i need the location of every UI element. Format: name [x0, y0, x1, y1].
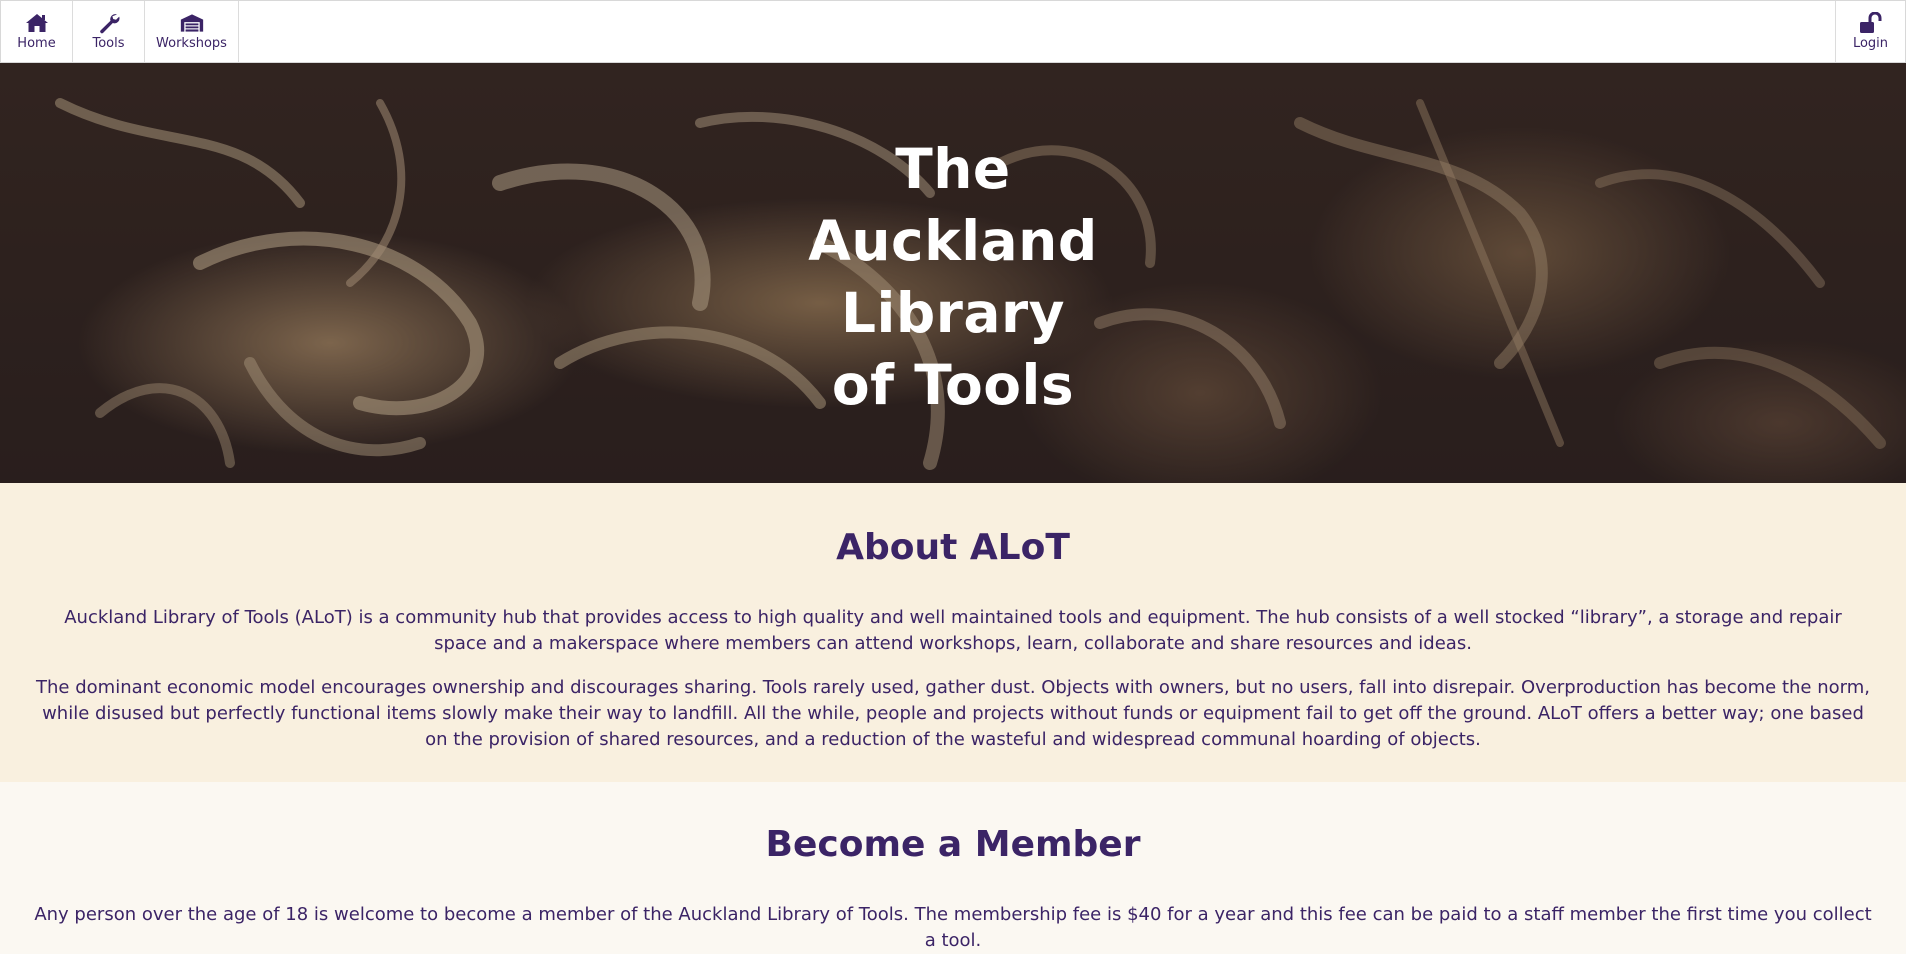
hero-title: The Auckland Library of Tools [0, 133, 1906, 421]
nav-login-label: Login [1852, 36, 1889, 51]
unlock-icon [1859, 12, 1883, 34]
membership-section: Become a Member Any person over the age … [0, 782, 1906, 951]
about-paragraph-1: Auckland Library of Tools (ALoT) is a co… [64, 607, 1842, 654]
garage-icon [180, 12, 204, 34]
hero-title-line: Library [841, 281, 1065, 345]
hero-banner: The Auckland Library of Tools [0, 63, 1906, 483]
about-paragraph-2: The dominant economic model encourages o… [36, 677, 1870, 750]
nav-home-label: Home [17, 36, 56, 51]
wrench-icon [97, 12, 121, 34]
membership-paragraph: Any person over the age of 18 is welcome… [34, 904, 1872, 951]
nav-home[interactable]: Home [1, 1, 73, 62]
home-icon [25, 12, 49, 34]
top-navigation: Home Tools Workshops Login [0, 0, 1906, 63]
nav-tools[interactable]: Tools [73, 1, 145, 62]
nav-tools-label: Tools [92, 36, 125, 51]
nav-right-group: Login [1835, 1, 1905, 62]
nav-left-group: Home Tools Workshops [1, 1, 239, 62]
about-section: About ALoT Auckland Library of Tools (AL… [0, 483, 1906, 782]
hero-title-line: of Tools [831, 353, 1075, 417]
hero-title-line: Auckland [808, 209, 1098, 273]
about-title: About ALoT [836, 527, 1070, 568]
nav-login[interactable]: Login [1835, 1, 1905, 62]
nav-workshops-label: Workshops [156, 36, 227, 51]
nav-workshops[interactable]: Workshops [145, 1, 239, 62]
membership-title: Become a Member [765, 824, 1141, 865]
hero-title-line: The [895, 137, 1011, 201]
